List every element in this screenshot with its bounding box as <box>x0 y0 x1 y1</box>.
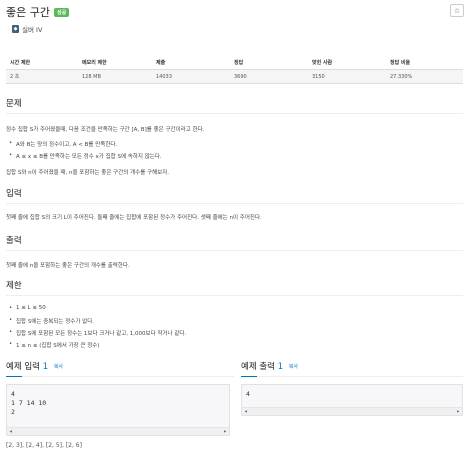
scroll-left-icon[interactable]: ◂ <box>9 428 13 435</box>
sample-input-line: 1 7 14 10 <box>11 399 47 407</box>
table-cell: 27.330% <box>386 69 463 84</box>
horizontal-scrollbar[interactable]: ◂ ▸ <box>242 407 462 415</box>
sample-output-label: 예제 출력 <box>241 362 275 372</box>
table-row: 2 초 128 MB 14033 3690 3150 27.330% <box>6 69 463 84</box>
copy-sample-input-button[interactable]: 복사 <box>54 364 63 370</box>
tier-row[interactable]: ◆ 실버 IV <box>12 24 42 34</box>
limits-heading: 제한 <box>6 279 22 296</box>
table-header: 정답 <box>230 56 308 70</box>
star-button[interactable]: ☆ <box>450 4 464 17</box>
table-cell: 128 MB <box>78 69 152 84</box>
problem-intro: 정수 집합 S가 주어졌을때, 다음 조건을 만족하는 구간 [A, B]를 좋… <box>6 127 205 133</box>
table-header: 시간 제한 <box>6 56 78 70</box>
table-header: 메모리 제한 <box>78 56 152 70</box>
problem-heading: 문제 <box>6 97 22 114</box>
page-title: 좋은 구간 <box>6 6 50 19</box>
list-item: A와 B는 양의 정수이고, A < B를 만족한다. <box>9 140 117 148</box>
tier-label: 실버 IV <box>22 26 43 34</box>
sample-input-line: 4 <box>11 390 15 398</box>
table-cell[interactable]: 3690 <box>230 69 308 84</box>
sample-explanation: [2, 3], [2, 4], [2, 5], [2, 6] <box>6 442 82 449</box>
table-cell: 2 초 <box>6 69 78 84</box>
sample-input-box[interactable]: 4 1 7 14 10 2 ◂ ▸ <box>6 384 230 436</box>
table-header: 제출 <box>152 56 230 70</box>
output-heading: 출력 <box>6 234 22 251</box>
heading-underline <box>241 376 257 377</box>
problem-heading-text: 문제 <box>6 99 22 109</box>
sample-input-line: 2 <box>11 408 15 416</box>
table-header: 정답 비율 <box>386 56 463 70</box>
scroll-left-icon[interactable]: ◂ <box>244 408 248 415</box>
list-item: 집합 S에 포함된 모든 정수는 1보다 크거나 같고, 1,000보다 작거나… <box>9 329 186 337</box>
problem-outro: 집합 S와 n이 주어졌을 때, n을 포함하는 좋은 구간의 개수를 구해보자… <box>6 170 170 176</box>
divider <box>6 376 234 377</box>
input-text: 첫째 줄에 집합 S의 크기 L이 주어진다. 둘째 줄에는 집합에 포함된 정… <box>6 215 262 221</box>
heading-underline <box>6 376 22 377</box>
table-cell[interactable]: 3150 <box>308 69 386 84</box>
problem-info-table: 시간 제한 메모리 제한 제출 정답 맞힌 사람 정답 비율 2 초 128 M… <box>6 56 463 84</box>
scroll-right-icon[interactable]: ▸ <box>223 428 227 435</box>
table-cell[interactable]: 14033 <box>152 69 230 84</box>
divider <box>6 295 463 296</box>
list-item: 1 ≤ n ≤ (집합 S에서 가장 큰 정수) <box>9 341 99 349</box>
divider <box>241 376 463 377</box>
table-header: 맞힌 사람 <box>308 56 386 70</box>
list-item: 집합 S에는 중복되는 정수가 없다. <box>9 317 94 325</box>
output-heading-text: 출력 <box>6 236 22 246</box>
sample-output-heading: 예제 출력 1 복사 <box>241 360 298 372</box>
sample-output-line: 4 <box>246 390 250 398</box>
star-icon: ☆ <box>453 6 461 15</box>
list-item: 1 ≤ L ≤ 50 <box>9 305 46 311</box>
table-header-row: 시간 제한 메모리 제한 제출 정답 맞힌 사람 정답 비율 <box>6 56 463 70</box>
list-item: A ≤ x ≤ B를 만족하는 모든 정수 x가 집합 S에 속하지 않는다. <box>9 152 162 160</box>
sample-input-number: 1 <box>42 362 49 372</box>
scroll-right-icon[interactable]: ▸ <box>456 408 460 415</box>
sample-input-label: 예제 입력 <box>6 362 40 372</box>
sample-output-number: 1 <box>277 362 284 372</box>
tier-icon: ◆ <box>12 25 19 33</box>
limits-heading-text: 제한 <box>6 281 22 291</box>
output-text: 첫째 줄에 n을 포함하는 좋은 구간의 개수를 출력한다. <box>6 263 130 269</box>
divider <box>6 250 463 251</box>
sample-input-heading: 예제 입력 1 복사 <box>6 360 63 372</box>
input-heading: 입력 <box>6 187 22 204</box>
copy-sample-output-button[interactable]: 복사 <box>289 364 298 370</box>
horizontal-scrollbar[interactable]: ◂ ▸ <box>7 427 229 435</box>
sample-output-box[interactable]: 4 ◂ ▸ <box>241 384 463 416</box>
input-heading-text: 입력 <box>6 189 22 199</box>
title-row: 좋은 구간 성공 <box>6 4 70 20</box>
divider <box>6 113 463 114</box>
divider <box>6 203 463 204</box>
status-badge: 성공 <box>53 7 70 17</box>
